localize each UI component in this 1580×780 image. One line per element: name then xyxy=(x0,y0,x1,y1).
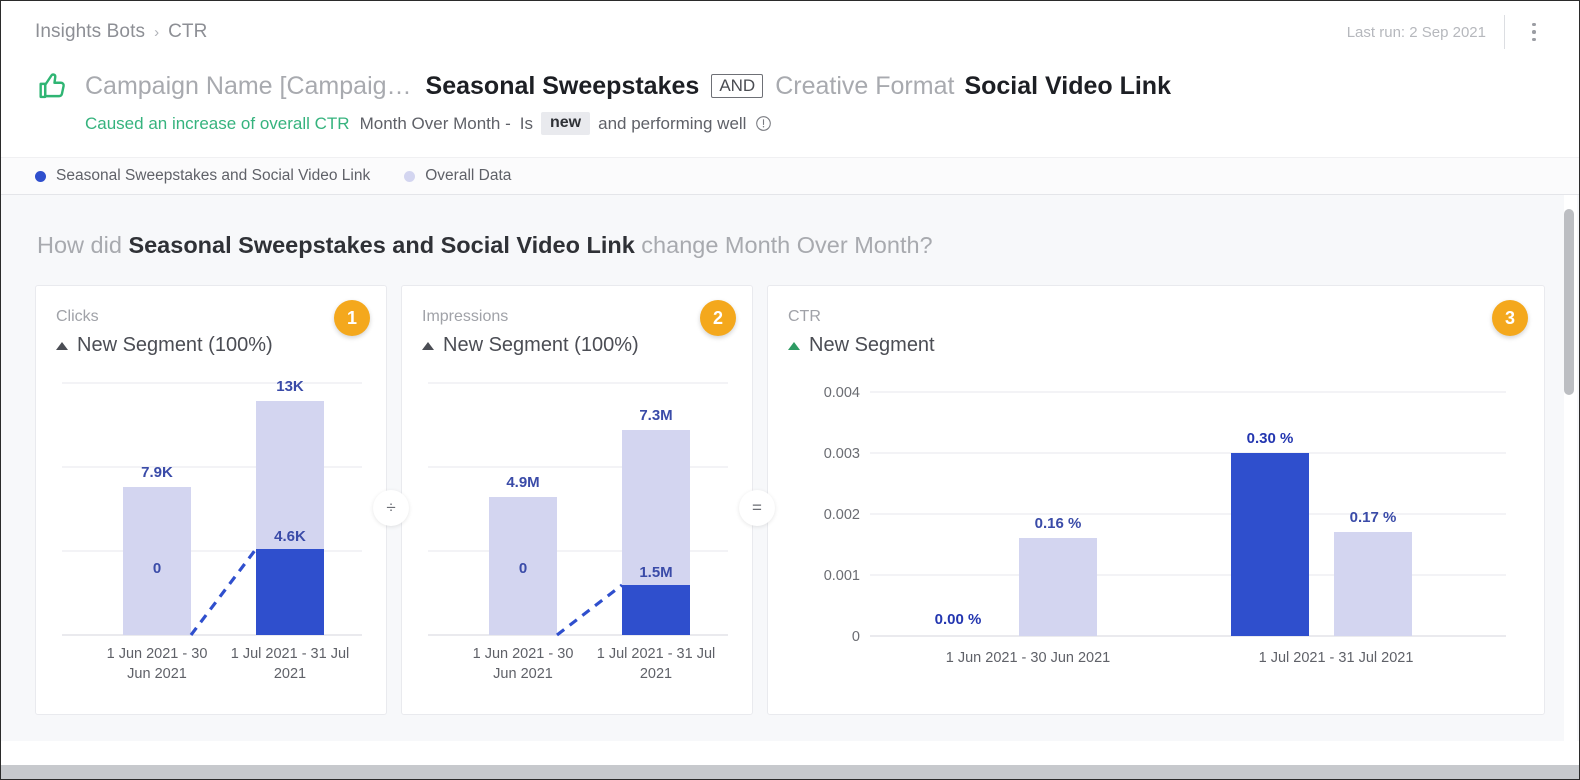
breadcrumb: Insights Bots › CTR xyxy=(35,1,1545,63)
card-segment-label-clicks: New Segment (100%) xyxy=(77,334,273,357)
svg-text:0.004: 0.004 xyxy=(824,385,860,401)
svg-text:0: 0 xyxy=(519,560,527,577)
chart-ctr: 0.004 0.003 0.002 0.001 0 0.00 % 0.16 % … xyxy=(824,385,1506,666)
svg-text:1 Jun 2021 - 30 Jun 2021: 1 Jun 2021 - 30 Jun 2021 xyxy=(946,650,1110,666)
legend-item-segment[interactable]: Seasonal Sweepstakes and Social Video Li… xyxy=(35,167,370,185)
metric-card-clicks: 1 Clicks New Segment (100%) 7.9K 0 13K 4… xyxy=(35,285,387,716)
info-icon[interactable] xyxy=(755,115,772,132)
breadcrumb-separator-icon: › xyxy=(154,23,160,41)
card-segment-label-ctr: New Segment xyxy=(809,334,935,357)
more-options-icon[interactable] xyxy=(1523,17,1545,47)
chart-legend: Seasonal Sweepstakes and Social Video Li… xyxy=(1,157,1579,195)
vertical-scrollbar-thumb[interactable] xyxy=(1564,209,1574,395)
metric-card-ctr: 3 CTR New Segment 0.004 0.003 0.002 0.00… xyxy=(767,285,1545,716)
insight-period-text: Month Over Month - xyxy=(359,113,511,133)
insight-effect-text: Caused an increase of overall CTR xyxy=(85,113,350,133)
card-segment-row-impressions[interactable]: New Segment (100%) xyxy=(422,334,732,357)
svg-text:0.16 %: 0.16 % xyxy=(1035,515,1082,532)
question-subject: Seasonal Sweepstakes and Social Video Li… xyxy=(128,232,635,258)
svg-text:1 Jul 2021 - 31 Jul 2021: 1 Jul 2021 - 31 Jul 2021 xyxy=(1259,650,1414,666)
card-segment-row-clicks[interactable]: New Segment (100%) xyxy=(56,334,366,357)
horizontal-scrollbar[interactable] xyxy=(1,765,1579,779)
svg-text:4.6K: 4.6K xyxy=(274,528,306,545)
svg-text:0: 0 xyxy=(852,629,860,645)
question-heading: How did Seasonal Sweepstakes and Social … xyxy=(35,195,1545,285)
svg-text:0: 0 xyxy=(153,560,161,577)
chart-clicks: 7.9K 0 13K 4.6K 1 Jun 2021 - 30 Jun 2021… xyxy=(62,378,362,682)
svg-text:7.3M: 7.3M xyxy=(639,407,672,424)
insight-is-text: Is xyxy=(519,113,533,133)
and-operator-badge: AND xyxy=(711,74,764,98)
card-number-badge-2: 2 xyxy=(700,300,736,337)
header-divider xyxy=(1504,15,1505,49)
legend-label-overall: Overall Data xyxy=(425,167,512,184)
last-run-label: Last run: 2 Sep 2021 xyxy=(1346,23,1486,41)
legend-label-segment: Seasonal Sweepstakes and Social Video Li… xyxy=(56,167,371,184)
breadcrumb-root[interactable]: Insights Bots xyxy=(35,21,145,43)
dimension-1-label: Campaign Name [Campaig… xyxy=(85,71,412,100)
svg-text:0.002: 0.002 xyxy=(824,507,860,523)
insights-bot-page: Insights Bots › CTR Last run: 2 Sep 2021… xyxy=(0,0,1580,780)
svg-text:0.003: 0.003 xyxy=(824,446,860,462)
dimension-1-value: Seasonal Sweepstakes xyxy=(425,71,700,100)
svg-text:0.17 %: 0.17 % xyxy=(1350,509,1397,526)
svg-text:Jun 2021: Jun 2021 xyxy=(127,666,187,682)
caret-up-icon xyxy=(56,341,68,350)
card-metric-label-impressions: Impressions xyxy=(422,308,509,326)
insight-tail-text: and performing well xyxy=(598,113,747,133)
card-number-badge-3: 3 xyxy=(1492,300,1528,337)
svg-text:1 Jun 2021 - 30: 1 Jun 2021 - 30 xyxy=(473,646,574,662)
caret-up-icon xyxy=(422,341,434,350)
svg-text:2021: 2021 xyxy=(274,666,306,682)
insight-subtitle: Caused an increase of overall CTR Month … xyxy=(35,103,1545,135)
svg-text:1 Jul 2021 - 31 Jul: 1 Jul 2021 - 31 Jul xyxy=(597,646,716,662)
svg-text:0.001: 0.001 xyxy=(824,568,860,584)
dimension-2-label: Creative Format xyxy=(775,71,955,100)
card-segment-label-impressions: New Segment (100%) xyxy=(443,334,639,357)
header-actions: Last run: 2 Sep 2021 xyxy=(1347,1,1545,63)
operator-divide-badge: ÷ xyxy=(373,490,409,527)
svg-text:1.5M: 1.5M xyxy=(639,564,672,581)
question-prefix: How did xyxy=(37,232,129,258)
chart-impressions: 4.9M 0 7.3M 1.5M 1 Jun 2021 - 30 Jun 202… xyxy=(428,382,728,682)
metric-card-impressions: 2 Impressions New Segment (100%) 4.9M 0 xyxy=(401,285,753,716)
legend-dot-overall xyxy=(404,170,416,182)
question-suffix: change Month Over Month? xyxy=(634,232,933,258)
svg-text:4.9M: 4.9M xyxy=(506,474,539,491)
new-status-badge: new xyxy=(540,112,591,135)
svg-text:0.30 %: 0.30 % xyxy=(1247,430,1294,447)
metric-cards: 1 Clicks New Segment (100%) 7.9K 0 13K 4… xyxy=(35,285,1545,716)
legend-item-overall[interactable]: Overall Data xyxy=(404,167,511,185)
svg-text:2021: 2021 xyxy=(640,666,672,682)
thumbs-up-icon xyxy=(35,69,69,103)
insight-title: Campaign Name [Campaig… Seasonal Sweepst… xyxy=(35,63,1545,103)
operator-equals-badge: = xyxy=(739,490,775,527)
page-header: Insights Bots › CTR Last run: 2 Sep 2021… xyxy=(1,1,1579,135)
caret-up-icon xyxy=(788,341,800,350)
vertical-scrollbar-track[interactable] xyxy=(1564,195,1577,741)
insight-body: How did Seasonal Sweepstakes and Social … xyxy=(1,195,1579,741)
svg-text:13K: 13K xyxy=(276,378,304,395)
card-segment-row-ctr[interactable]: New Segment xyxy=(788,334,1524,357)
svg-text:0.00 %: 0.00 % xyxy=(935,611,982,628)
dimension-2-value: Social Video Link xyxy=(964,71,1171,100)
card-number-badge-1: 1 xyxy=(334,300,370,337)
svg-text:1 Jun 2021 - 30: 1 Jun 2021 - 30 xyxy=(107,646,208,662)
svg-text:1 Jul 2021 - 31 Jul: 1 Jul 2021 - 31 Jul xyxy=(231,646,350,662)
svg-text:7.9K: 7.9K xyxy=(141,464,173,481)
card-metric-label-clicks: Clicks xyxy=(56,308,99,326)
breadcrumb-current[interactable]: CTR xyxy=(168,21,207,43)
svg-text:Jun 2021: Jun 2021 xyxy=(493,666,553,682)
card-metric-label-ctr: CTR xyxy=(788,308,821,326)
legend-dot-segment xyxy=(35,170,46,182)
